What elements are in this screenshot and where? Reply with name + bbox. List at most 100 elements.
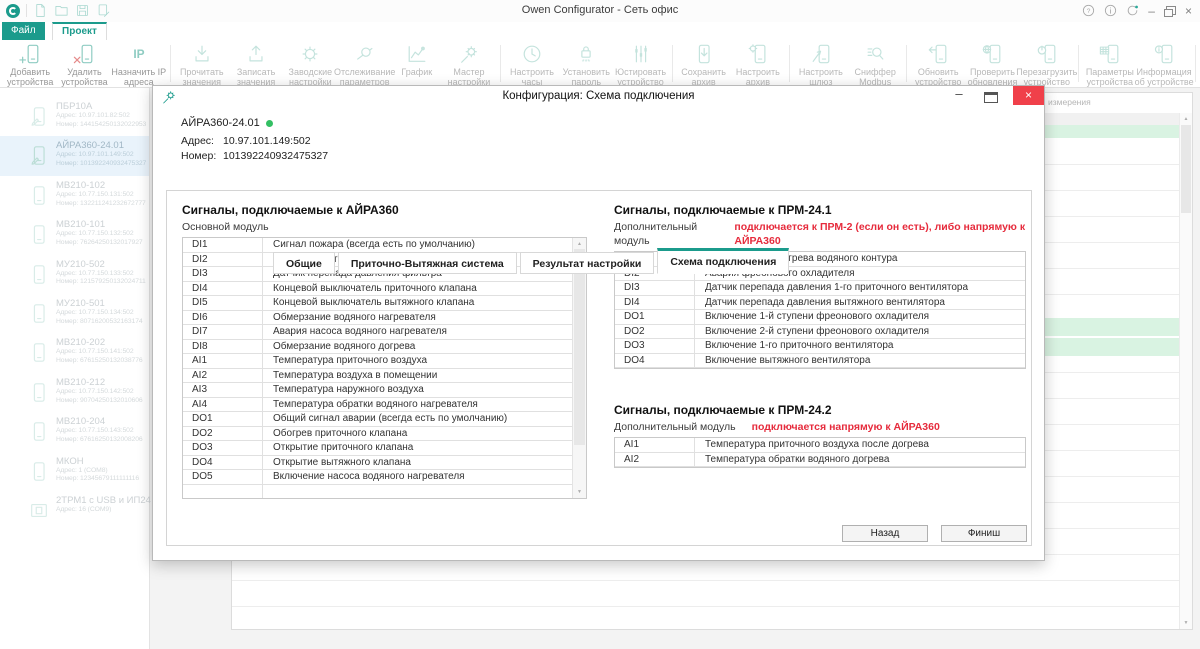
signal-description-cell: Открытие вытяжного клапана	[263, 456, 573, 470]
device-list-item[interactable]: МУ210-502 Адрес: 10.77.150.133:502 Номер…	[0, 255, 149, 294]
device-list-item[interactable]: ПБР10А Адрес: 10.97.101.82:502 Номер: 14…	[0, 97, 149, 136]
toolbar-button-label: Сниффер Modbus	[843, 67, 907, 87]
close-button[interactable]: ×	[1185, 4, 1192, 18]
device-info-number: Номер: 101392240932475327	[181, 149, 328, 164]
device-address: Адрес: 10.77.150.132:502	[56, 230, 149, 239]
dialog-minimize-button[interactable]: –	[948, 86, 970, 102]
device-address: Адрес: 10.97.101.82:502	[56, 112, 149, 121]
device-list-item[interactable]: МКОН Адрес: 1 (COM8) Номер: 123456791111…	[0, 452, 149, 491]
device-list-item[interactable]: МВ210-204 Адрес: 10.77.150.143:502 Номер…	[0, 412, 149, 451]
scroll-down-icon[interactable]: ▼	[573, 488, 586, 496]
toolbar-button[interactable]: Обновить устройство	[911, 40, 965, 87]
scroll-down-icon[interactable]: ▼	[1180, 619, 1192, 627]
online-status-icon	[266, 120, 273, 127]
table-row: DI1 Сигнал пожара (всегда есть по умолча…	[183, 238, 573, 253]
dialog-tab[interactable]: Схема подключения	[657, 248, 789, 274]
toolbar-button[interactable]: Записать значения	[229, 40, 283, 87]
menu-tab[interactable]: Проект	[52, 22, 107, 40]
device-name: МВ210-101	[56, 215, 149, 230]
table-row: AI3 Температура наружного воздуха	[183, 383, 573, 398]
device-list-item[interactable]: МВ210-212 Адрес: 10.77.150.142:502 Номер…	[0, 373, 149, 412]
scroll-up-icon[interactable]: ▲	[1180, 115, 1192, 123]
scrollbar[interactable]: ▲ ▼	[1179, 113, 1192, 629]
toolbar-button[interactable]: Сниффер Modbus	[848, 40, 902, 87]
device-address: Адрес: 1 (COM8)	[56, 467, 149, 476]
signal-code-cell: DO1	[183, 412, 263, 426]
table-row: DO5 Включение насоса водяного нагревател…	[183, 470, 573, 485]
toolbar-button[interactable]: Настроить часы	[505, 40, 559, 87]
device-name: АЙРА360-24.01	[181, 117, 260, 129]
minimize-button[interactable]: –	[1148, 4, 1155, 18]
update-icon[interactable]	[1126, 4, 1139, 17]
toolbar-button[interactable]: Заводские настройки	[283, 40, 337, 87]
device-info: АЙРА360-24.01 Адрес: 10.97.101.149:502 Н…	[181, 117, 328, 164]
device-name: МВ210-212	[56, 373, 149, 388]
toolbar-button[interactable]: Добавить устройства	[3, 40, 57, 87]
device-name: МУ210-501	[56, 294, 149, 309]
device-number: Номер: 12345679111111116	[56, 475, 149, 484]
scrollbar-thumb[interactable]	[574, 249, 585, 445]
device-name: МВ210-102	[56, 176, 149, 191]
device-address: Адрес: 16 (COM9)	[56, 506, 149, 515]
toolbar-button[interactable]: Удалить устройства	[57, 40, 111, 87]
toolbar-button[interactable]: Проверить обновления	[965, 40, 1019, 87]
scrollbar-thumb[interactable]	[1181, 125, 1191, 213]
signals-table-wrap: DI1 Сигнал пожара (всегда есть по умолча…	[182, 237, 587, 499]
scrollbar[interactable]: ▲ ▼	[572, 238, 586, 498]
toolbar-button[interactable]: Прочитать значения	[175, 40, 229, 87]
toolbar-button[interactable]: Отслеживание параметров	[338, 40, 392, 87]
toolbar-button[interactable]: Настроить шлюз	[794, 40, 848, 87]
toolbar-button[interactable]: Установить пароль	[559, 40, 613, 87]
dialog-close-button[interactable]: ×	[1013, 86, 1044, 105]
dialog-tab[interactable]: Общие	[273, 252, 335, 274]
signal-description-cell: Температура приточного воздуха после дог…	[695, 438, 1025, 452]
toolbar-button[interactable]: Информация об устройстве	[1137, 40, 1191, 87]
toolbar-button-label: Настроить архив	[726, 67, 790, 87]
restore-button[interactable]	[1166, 6, 1176, 15]
toolbar-button	[1195, 45, 1196, 82]
device-list-item[interactable]: 2ТРМ1 с USB и ИП24 Адрес: 16 (COM9)	[0, 491, 149, 530]
signals-table: DI1 Сигнал пожара (всегда есть по умолча…	[183, 238, 573, 499]
section-subtitle-line: Дополнительный модуль подключается к ПРМ…	[614, 220, 1026, 248]
device-name: МКОН	[56, 452, 149, 467]
signals-table: AI1 Температура приточного воздуха после…	[614, 437, 1026, 468]
scroll-up-icon[interactable]: ▲	[573, 240, 586, 248]
toolbar-button[interactable]: Сохранить архив	[676, 40, 730, 87]
signal-code-cell: DO5	[183, 470, 263, 484]
help-icon[interactable]	[1082, 4, 1095, 17]
device-number: Номер: 90704250132010606	[56, 397, 149, 406]
application-window: Owen Configurator - Сеть офис – × Файл П…	[0, 0, 1200, 649]
toolbar-button[interactable]: Перезагрузить устройство	[1020, 40, 1074, 87]
signal-code-cell: DI5	[183, 296, 263, 310]
toolbar-button-icon	[810, 43, 832, 65]
device-list-item[interactable]: АЙРА360-24.01 Адрес: 10.97.101.149:502 Н…	[0, 136, 149, 175]
toolbar-button[interactable]: Мастер настройки	[442, 40, 496, 87]
back-button[interactable]: Назад	[842, 525, 928, 542]
dialog-tab[interactable]: Приточно-Вытяжная система	[338, 252, 517, 274]
section-subtitle: Основной модуль	[182, 220, 587, 234]
device-list-item[interactable]: МВ210-102 Адрес: 10.77.150.131:502 Номер…	[0, 176, 149, 215]
toolbar-button[interactable]: Юстировать устройство	[613, 40, 667, 87]
menu-tab[interactable]: Файл	[2, 22, 45, 40]
toolbar-button[interactable]: Настроить архив	[731, 40, 785, 87]
dialog-maximize-button[interactable]	[984, 92, 998, 103]
finish-button[interactable]: Финиш	[941, 525, 1027, 542]
info-icon[interactable]	[1104, 4, 1117, 17]
signal-code-cell: DI8	[183, 340, 263, 354]
signal-code-cell: DI2	[183, 253, 263, 267]
toolbar-button-icon	[521, 43, 543, 65]
signal-code-cell: DO3	[615, 339, 695, 353]
toolbar-button-icon	[1153, 43, 1175, 65]
device-list-item[interactable]: МУ210-501 Адрес: 10.77.150.134:502 Номер…	[0, 294, 149, 333]
signal-code-cell: DO3	[183, 441, 263, 455]
device-list-item[interactable]: МВ210-202 Адрес: 10.77.150.141:502 Номер…	[0, 333, 149, 372]
dialog-tab[interactable]: Результат настройки	[520, 252, 655, 274]
toolbar-button[interactable]: График	[392, 40, 442, 87]
toolbar-button[interactable]: Назначить IP адреса	[112, 40, 166, 87]
device-list: ПБР10А Адрес: 10.97.101.82:502 Номер: 14…	[0, 88, 150, 649]
toolbar-button-icon	[19, 43, 41, 65]
signal-code-cell: AI3	[183, 383, 263, 397]
toolbar-button[interactable]: Параметры устройства	[1083, 40, 1137, 87]
device-list-item[interactable]: МВ210-101 Адрес: 10.77.150.132:502 Номер…	[0, 215, 149, 254]
dialog-title: Конфигурация: Схема подключения	[153, 90, 1044, 102]
